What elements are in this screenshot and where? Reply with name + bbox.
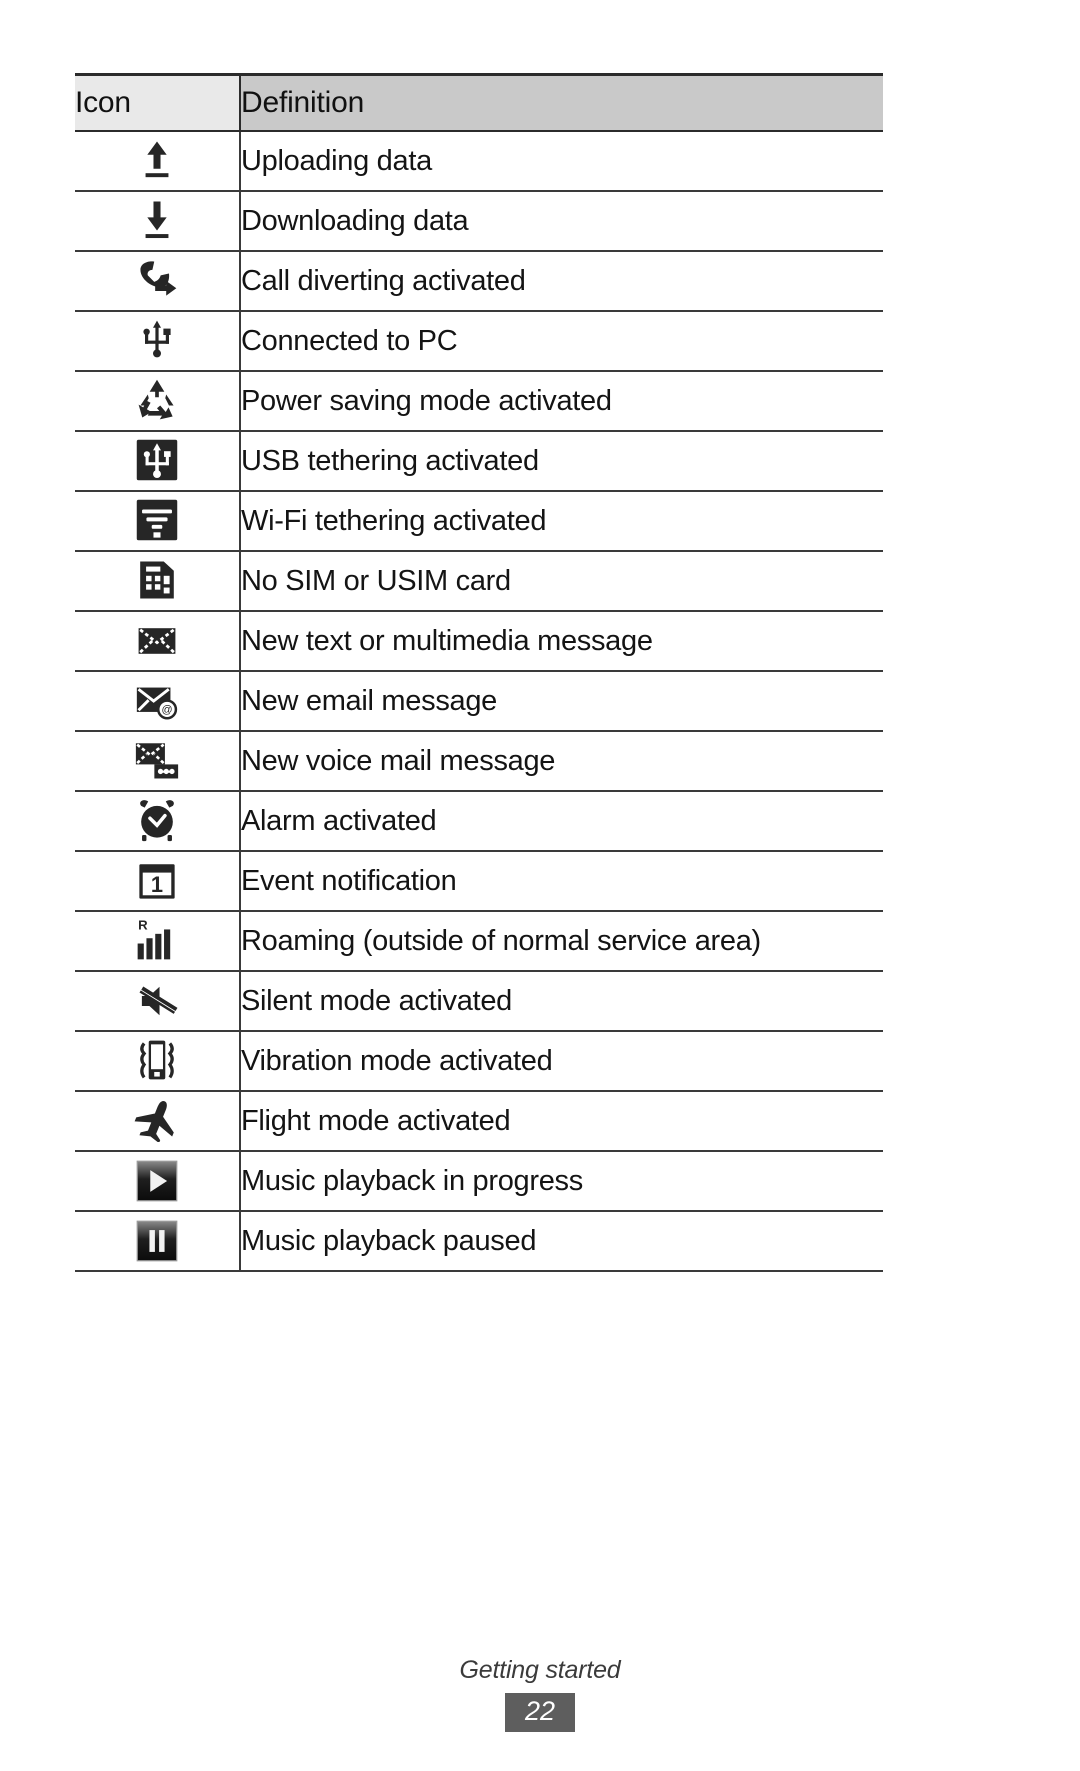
table-row: Connected to PC xyxy=(75,311,883,372)
table-row: @ New email message xyxy=(75,671,883,732)
silent-mute-icon xyxy=(127,976,187,1026)
table-row: Flight mode activated xyxy=(75,1091,883,1152)
icon-cell xyxy=(75,1031,241,1092)
definition-cell: New voice mail message xyxy=(240,731,883,792)
definition-cell: USB tethering activated xyxy=(240,431,883,492)
definition-cell: Power saving mode activated xyxy=(240,371,883,432)
icon-cell xyxy=(75,371,241,432)
table-row: USB tethering activated xyxy=(75,431,883,492)
table-row: Vibration mode activated xyxy=(75,1031,883,1092)
definition-cell: New email message xyxy=(240,671,883,732)
new-email-icon: @ xyxy=(127,676,187,726)
icon-cell xyxy=(75,1211,241,1272)
icon-cell xyxy=(75,311,241,372)
definition-cell: Call diverting activated xyxy=(240,251,883,312)
document-page: Icon Definition Uploading data Downloadin… xyxy=(0,0,1080,1771)
new-voicemail-icon xyxy=(127,735,187,785)
table-header-row: Icon Definition xyxy=(75,73,883,132)
icon-cell xyxy=(75,431,241,492)
definition-cell: New text or multimedia message xyxy=(240,611,883,672)
definition-cell: No SIM or USIM card xyxy=(240,551,883,612)
usb-tethering-icon xyxy=(127,435,187,485)
definition-cell: Alarm activated xyxy=(240,791,883,852)
icon-cell xyxy=(75,491,241,552)
recycle-power-saving-icon xyxy=(127,375,187,425)
table-row: No SIM or USIM card xyxy=(75,551,883,612)
music-pause-icon xyxy=(127,1216,187,1266)
table-row: Downloading data xyxy=(75,191,883,252)
new-message-icon xyxy=(127,616,187,666)
definition-cell: Music playback paused xyxy=(240,1211,883,1272)
definition-cell: Roaming (outside of normal service area) xyxy=(240,911,883,972)
no-sim-card-icon xyxy=(127,555,187,605)
music-play-icon xyxy=(127,1156,187,1206)
icon-cell xyxy=(75,131,241,192)
definition-cell: Flight mode activated xyxy=(240,1091,883,1152)
table-row: New text or multimedia message xyxy=(75,611,883,672)
definition-cell: Uploading data xyxy=(240,131,883,192)
icon-cell xyxy=(75,791,241,852)
table-row: Alarm activated xyxy=(75,791,883,852)
table-body: Uploading data Downloading data Call diver… xyxy=(75,131,883,1272)
icon-cell xyxy=(75,731,241,792)
icon-cell xyxy=(75,971,241,1032)
table-row: 1 Event notification xyxy=(75,851,883,912)
svg-text:@: @ xyxy=(162,704,173,716)
table-row: Power saving mode activated xyxy=(75,371,883,432)
svg-text:R: R xyxy=(138,917,148,932)
icon-cell xyxy=(75,1091,241,1152)
icon-cell xyxy=(75,551,241,612)
footer-section-title: Getting started xyxy=(459,1656,621,1684)
table-row: Call diverting activated xyxy=(75,251,883,312)
definition-cell: Connected to PC xyxy=(240,311,883,372)
definition-cell: Vibration mode activated xyxy=(240,1031,883,1092)
table-row: R Roaming (outside of normal service area… xyxy=(75,911,883,972)
table-row: Silent mode activated xyxy=(75,971,883,1032)
table-row: New voice mail message xyxy=(75,731,883,792)
vibration-mode-icon xyxy=(127,1035,187,1085)
calendar-event-icon: 1 xyxy=(127,856,187,906)
column-header-definition: Definition xyxy=(240,73,883,132)
download-arrow-icon xyxy=(127,195,187,245)
column-header-icon: Icon xyxy=(75,73,241,132)
icon-cell xyxy=(75,1151,241,1212)
icon-cell: R xyxy=(75,911,241,972)
table-row: Uploading data xyxy=(75,131,883,192)
table-row: Music playback paused xyxy=(75,1211,883,1272)
definition-cell: Downloading data xyxy=(240,191,883,252)
flight-mode-icon xyxy=(127,1095,187,1145)
call-diverting-icon xyxy=(127,255,187,305)
definition-cell: Silent mode activated xyxy=(240,971,883,1032)
page-footer: Getting started 22 xyxy=(0,1655,1080,1732)
footer-page-number: 22 xyxy=(505,1693,575,1732)
icon-cell: @ xyxy=(75,671,241,732)
icon-cell xyxy=(75,251,241,312)
upload-arrow-icon xyxy=(127,135,187,185)
wifi-tethering-icon xyxy=(127,495,187,545)
definition-cell: Wi-Fi tethering activated xyxy=(240,491,883,552)
icon-cell xyxy=(75,611,241,672)
icon-cell: 1 xyxy=(75,851,241,912)
definition-cell: Music playback in progress xyxy=(240,1151,883,1212)
status-icon-table: Icon Definition Uploading data Downloadin… xyxy=(75,73,883,1272)
icon-cell xyxy=(75,191,241,252)
svg-text:1: 1 xyxy=(151,871,163,896)
definition-cell: Event notification xyxy=(240,851,883,912)
usb-connected-icon xyxy=(127,314,187,364)
table-row: Music playback in progress xyxy=(75,1151,883,1212)
alarm-clock-icon xyxy=(127,795,187,845)
table-header: Icon Definition xyxy=(75,73,883,132)
roaming-signal-icon: R xyxy=(127,915,187,965)
table-row: Wi-Fi tethering activated xyxy=(75,491,883,552)
